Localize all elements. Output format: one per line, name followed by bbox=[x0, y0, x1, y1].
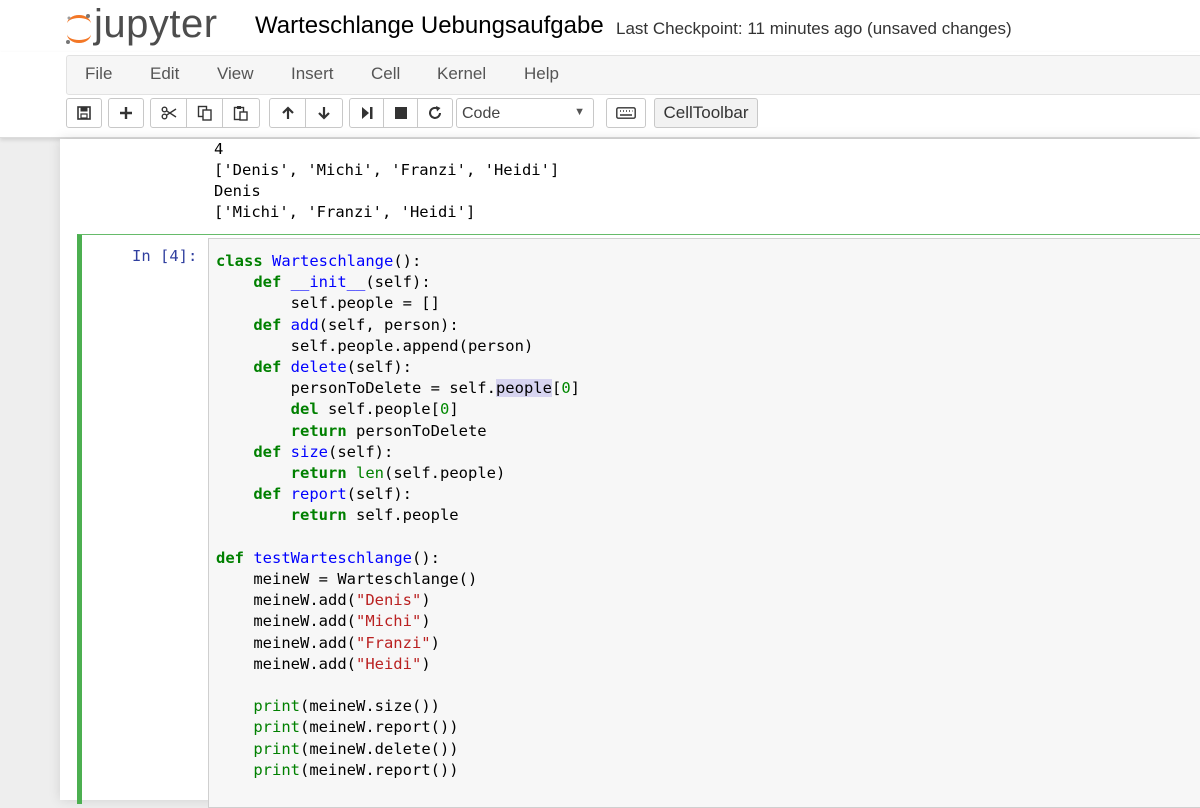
menu-edit[interactable]: Edit bbox=[150, 64, 179, 84]
code-line[interactable]: meineW.add("Heidi") bbox=[216, 655, 430, 673]
code-line[interactable]: meineW.add("Michi") bbox=[216, 612, 430, 630]
copy-button[interactable] bbox=[187, 99, 223, 127]
move-down-button[interactable] bbox=[306, 99, 342, 127]
output-line: 4 bbox=[214, 140, 224, 158]
checkpoint-status: Last Checkpoint: 11 minutes ago (unsaved… bbox=[616, 19, 1012, 38]
code-line[interactable]: self.people = [] bbox=[216, 294, 440, 312]
cell-type-select[interactable]: Code ▼ bbox=[456, 98, 594, 128]
code-line[interactable]: self.people.append(person) bbox=[216, 337, 534, 355]
menu-insert[interactable]: Insert bbox=[291, 64, 334, 84]
code-line[interactable]: meineW = Warteschlange() bbox=[216, 570, 477, 588]
output-line: ['Michi', 'Franzi', 'Heidi'] bbox=[214, 203, 476, 221]
copy-icon bbox=[197, 105, 212, 121]
code-line[interactable]: def report(self): bbox=[216, 485, 412, 503]
menu-cell[interactable]: Cell bbox=[371, 64, 400, 84]
logo-text: jupyter bbox=[94, 2, 218, 46]
cell-prompt: In [4]: bbox=[132, 247, 198, 265]
toolbar-group-edit bbox=[150, 98, 260, 128]
notebook-page: 4 ['Denis', 'Michi', 'Franzi', 'Heidi'] De… bbox=[60, 139, 1200, 808]
paste-button[interactable] bbox=[223, 99, 259, 127]
code-line[interactable]: print(meineW.delete()) bbox=[216, 740, 458, 758]
header: jupyter Warteschlange Uebungsaufgabe Las… bbox=[0, 0, 1200, 52]
code-line[interactable]: class Warteschlange(): bbox=[216, 252, 421, 270]
code-line[interactable]: def add(self, person): bbox=[216, 316, 458, 334]
code-line[interactable]: personToDelete = self.people[0] bbox=[216, 379, 580, 398]
code-line[interactable]: def __init__(self): bbox=[216, 273, 430, 291]
code-line[interactable]: return len(self.people) bbox=[216, 464, 506, 482]
code-line[interactable]: del self.people[0] bbox=[216, 400, 459, 418]
cut-button[interactable] bbox=[151, 99, 187, 127]
output-line: Denis bbox=[214, 182, 261, 200]
toolbar-group-run bbox=[349, 98, 453, 128]
toolbar-group-insert bbox=[108, 98, 144, 128]
code-cell-selected[interactable]: In [4]: class Warteschlange(): def __ini… bbox=[77, 234, 1200, 808]
menu-help[interactable]: Help bbox=[524, 64, 559, 84]
interrupt-button[interactable] bbox=[384, 99, 418, 127]
arrow-up-icon bbox=[281, 106, 294, 119]
celltoolbar-button[interactable]: CellToolbar bbox=[654, 98, 758, 128]
paste-icon bbox=[233, 106, 248, 121]
menu-and-toolbar: File Edit View Insert Cell Kernel Help C… bbox=[0, 52, 1200, 138]
code-line[interactable]: meineW.add("Denis") bbox=[216, 591, 430, 609]
code-line[interactable]: print(meineW.size()) bbox=[216, 697, 440, 715]
code-editor[interactable]: class Warteschlange(): def __init__(self… bbox=[208, 238, 1200, 808]
stop-icon bbox=[394, 107, 407, 119]
menu-kernel[interactable]: Kernel bbox=[437, 64, 486, 84]
code-line[interactable]: return self.people bbox=[216, 506, 459, 524]
code-line[interactable]: def testWarteschlange(): bbox=[216, 549, 440, 567]
save-icon bbox=[77, 106, 91, 120]
code-line[interactable]: print(meineW.report()) bbox=[216, 718, 458, 736]
restart-button[interactable] bbox=[418, 99, 452, 127]
arrow-down-icon bbox=[318, 107, 330, 120]
code-text[interactable]: class Warteschlange(): def __init__(self… bbox=[216, 251, 580, 781]
keyboard-icon bbox=[616, 107, 636, 119]
toolbar-group-keyboard bbox=[606, 98, 646, 128]
insert-cell-button[interactable] bbox=[109, 99, 143, 127]
code-line[interactable]: def delete(self): bbox=[216, 358, 412, 376]
save-button[interactable] bbox=[67, 99, 101, 127]
run-button[interactable] bbox=[350, 99, 384, 127]
caret-down-icon: ▼ bbox=[574, 106, 585, 118]
scissors-icon bbox=[161, 106, 176, 120]
toolbar-group-save bbox=[66, 98, 102, 128]
run-icon bbox=[361, 107, 372, 119]
output-line: ['Denis', 'Michi', 'Franzi', 'Heidi'] bbox=[214, 161, 560, 179]
toolbar-group-move bbox=[269, 98, 343, 128]
menu-view[interactable]: View bbox=[217, 64, 254, 84]
code-line[interactable]: def size(self): bbox=[216, 443, 393, 461]
code-line[interactable]: return personToDelete bbox=[216, 422, 487, 440]
menubar: File Edit View Insert Cell Kernel Help bbox=[66, 55, 1200, 95]
notebook-title[interactable]: Warteschlange Uebungsaufgabe bbox=[255, 12, 604, 40]
restart-icon bbox=[429, 106, 441, 119]
jupyter-logo-icon bbox=[66, 14, 91, 44]
move-up-button[interactable] bbox=[270, 99, 306, 127]
menu-file[interactable]: File bbox=[85, 64, 112, 84]
previous-cell-output: 4 ['Denis', 'Michi', 'Franzi', 'Heidi'] De… bbox=[214, 139, 1114, 223]
code-line[interactable]: meineW.add("Franzi") bbox=[216, 634, 440, 652]
plus-icon bbox=[120, 107, 132, 119]
jupyter-logo[interactable]: jupyter bbox=[64, 2, 234, 48]
code-line[interactable]: print(meineW.report()) bbox=[216, 761, 458, 779]
cell-type-value: Code bbox=[462, 105, 501, 122]
command-palette-button[interactable] bbox=[607, 99, 645, 127]
toolbar: Code ▼ CellToolbar bbox=[66, 96, 1200, 130]
